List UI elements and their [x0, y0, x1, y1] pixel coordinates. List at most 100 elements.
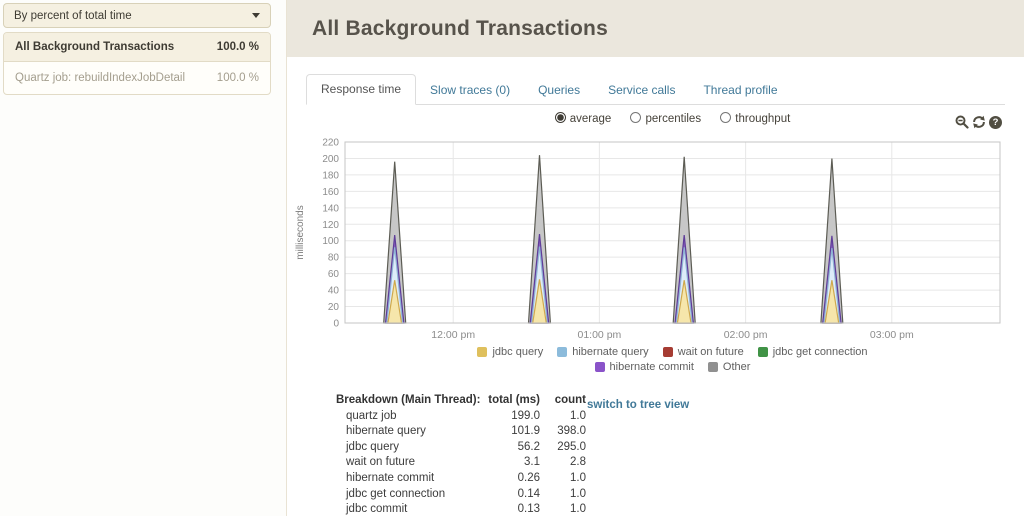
tab-response-time[interactable]: Response time: [306, 74, 417, 105]
breakdown-col-total: total (ms): [488, 394, 540, 406]
radio-throughput[interactable]: throughput: [720, 112, 791, 125]
legend-item-wait-on-future: wait on future: [662, 346, 744, 358]
chart-toolbar: ?: [955, 115, 1002, 129]
main-panel: All Background Transactions Response tim…: [287, 0, 1024, 516]
table-row: jdbc commit 0.13 1.0: [336, 502, 586, 516]
legend-row: hibernate commit Other: [345, 361, 1000, 373]
tab-slow-traces[interactable]: Slow traces (0): [416, 76, 524, 105]
breakdown-count: 1.0: [570, 409, 586, 422]
legend-item-hibernate-query: hibernate query: [557, 346, 649, 358]
breakdown-header-row: Breakdown (Main Thread): total (ms) coun…: [336, 393, 586, 409]
transaction-percent: 100.0 %: [216, 41, 259, 53]
breakdown-total: 0.26: [517, 471, 540, 484]
svg-text:12:00 pm: 12:00 pm: [431, 329, 475, 340]
legend-label: hibernate query: [572, 346, 649, 358]
legend-item-jdbc-get-connection: jdbc get connection: [757, 346, 868, 358]
legend-item-hibernate-commit: hibernate commit: [594, 361, 694, 373]
legend-row: jdbc query hibernate query wait on futur…: [345, 346, 1000, 358]
refresh-icon[interactable]: [972, 115, 986, 129]
svg-text:milliseconds: milliseconds: [295, 205, 306, 259]
legend-label: wait on future: [677, 346, 744, 358]
breakdown-total: 3.1: [524, 456, 540, 469]
breakdown-count: 1.0: [570, 471, 586, 484]
zoom-out-icon[interactable]: [955, 115, 969, 129]
sort-filter-dropdown[interactable]: By percent of total time: [3, 3, 271, 28]
transaction-list-item-quartz[interactable]: Quartz job: rebuildIndexJobDetail 100.0 …: [4, 62, 270, 94]
transaction-list-item-all[interactable]: All Background Transactions 100.0 %: [4, 33, 270, 62]
legend-swatch-icon: [662, 347, 673, 357]
radio-percentiles-label: percentiles: [645, 113, 702, 125]
table-row: jdbc get connection 0.14 1.0: [336, 487, 586, 503]
tab-queries[interactable]: Queries: [524, 76, 594, 105]
page-header: All Background Transactions: [287, 0, 1024, 57]
svg-text:03:00 pm: 03:00 pm: [870, 329, 914, 340]
breakdown-col-count: count: [554, 394, 586, 406]
switch-to-tree-view-link[interactable]: switch to tree view: [587, 399, 689, 411]
sidebar: By percent of total time All Background …: [0, 0, 286, 516]
page-title: All Background Transactions: [312, 16, 608, 40]
svg-text:140: 140: [322, 203, 339, 214]
radio-throughput-input[interactable]: [720, 112, 732, 123]
chart-legend: jdbc query hibernate query wait on futur…: [345, 346, 1000, 376]
tab-service-calls[interactable]: Service calls: [594, 76, 689, 105]
table-row: jdbc query 56.2 295.0: [336, 440, 586, 456]
svg-text:0: 0: [333, 319, 339, 330]
legend-swatch-icon: [477, 347, 488, 357]
legend-item-jdbc-query: jdbc query: [477, 346, 543, 358]
legend-label: Other: [722, 361, 751, 373]
table-row: hibernate query 101.9 398.0: [336, 424, 586, 440]
legend-swatch-icon: [757, 347, 768, 357]
svg-text:220: 220: [322, 138, 339, 149]
svg-text:60: 60: [328, 269, 340, 280]
breakdown-count: 1.0: [570, 503, 586, 516]
breakdown-name: hibernate commit: [346, 471, 435, 484]
breakdown-count: 2.8: [570, 456, 586, 469]
legend-label: jdbc query: [492, 346, 544, 358]
response-time-chart[interactable]: 0 20 40 60 80 100 120 140 160 180 200 220 12:00 pm 01…: [287, 135, 1004, 340]
breakdown-name: jdbc commit: [346, 503, 408, 516]
transaction-name: All Background Transactions: [15, 41, 175, 53]
tab-thread-profile[interactable]: Thread profile: [689, 76, 791, 105]
svg-text:180: 180: [322, 170, 339, 181]
legend-label: hibernate commit: [609, 361, 694, 373]
breakdown-title: Breakdown (Main Thread):: [336, 394, 481, 406]
table-row: wait on future 3.1 2.8: [336, 455, 586, 471]
svg-text:80: 80: [328, 253, 340, 264]
breakdown-count: 398.0: [557, 425, 586, 438]
radio-percentiles-input[interactable]: [630, 112, 642, 123]
help-icon[interactable]: ?: [989, 115, 1002, 129]
table-row: hibernate commit 0.26 1.0: [336, 471, 586, 487]
radio-throughput-label: throughput: [735, 113, 791, 125]
svg-text:160: 160: [322, 187, 339, 198]
chart-mode-radio-group: average percentiles throughput: [345, 112, 1000, 125]
breakdown-total: 199.0: [511, 409, 540, 422]
breakdown-total: 0.14: [517, 487, 540, 500]
breakdown-name: hibernate query: [346, 425, 426, 438]
breakdown-name: quartz job: [346, 409, 397, 422]
breakdown-total: 56.2: [517, 440, 540, 453]
svg-text:20: 20: [328, 302, 340, 313]
sort-filter-label: By percent of total time: [14, 9, 132, 22]
radio-average[interactable]: average: [554, 112, 615, 125]
svg-text:01:00 pm: 01:00 pm: [578, 329, 622, 340]
legend-swatch-icon: [594, 362, 605, 372]
breakdown-total: 0.13: [517, 503, 540, 516]
table-row: quartz job 199.0 1.0: [336, 409, 586, 425]
svg-text:200: 200: [322, 154, 339, 165]
breakdown-total: 101.9: [511, 425, 540, 438]
radio-average-label: average: [569, 113, 612, 125]
transaction-percent: 100.0 %: [216, 72, 259, 84]
tab-bar: Response time Slow traces (0) Queries Se…: [306, 74, 1005, 105]
legend-item-other: Other: [707, 361, 751, 373]
svg-text:120: 120: [322, 220, 339, 231]
chart-canvas[interactable]: 0 20 40 60 80 100 120 140 160 180 200 220 12:00 pm 01…: [287, 135, 1004, 340]
svg-text:100: 100: [322, 236, 339, 247]
svg-text:40: 40: [328, 286, 340, 297]
radio-average-input[interactable]: [554, 112, 566, 123]
breakdown-name: wait on future: [346, 456, 416, 469]
breakdown-table: Breakdown (Main Thread): total (ms) coun…: [336, 393, 586, 516]
transaction-list: All Background Transactions 100.0 % Quar…: [3, 32, 271, 95]
transaction-name: Quartz job: rebuildIndexJobDetail: [15, 72, 186, 84]
legend-swatch-icon: [557, 347, 568, 357]
radio-percentiles[interactable]: percentiles: [630, 112, 704, 125]
